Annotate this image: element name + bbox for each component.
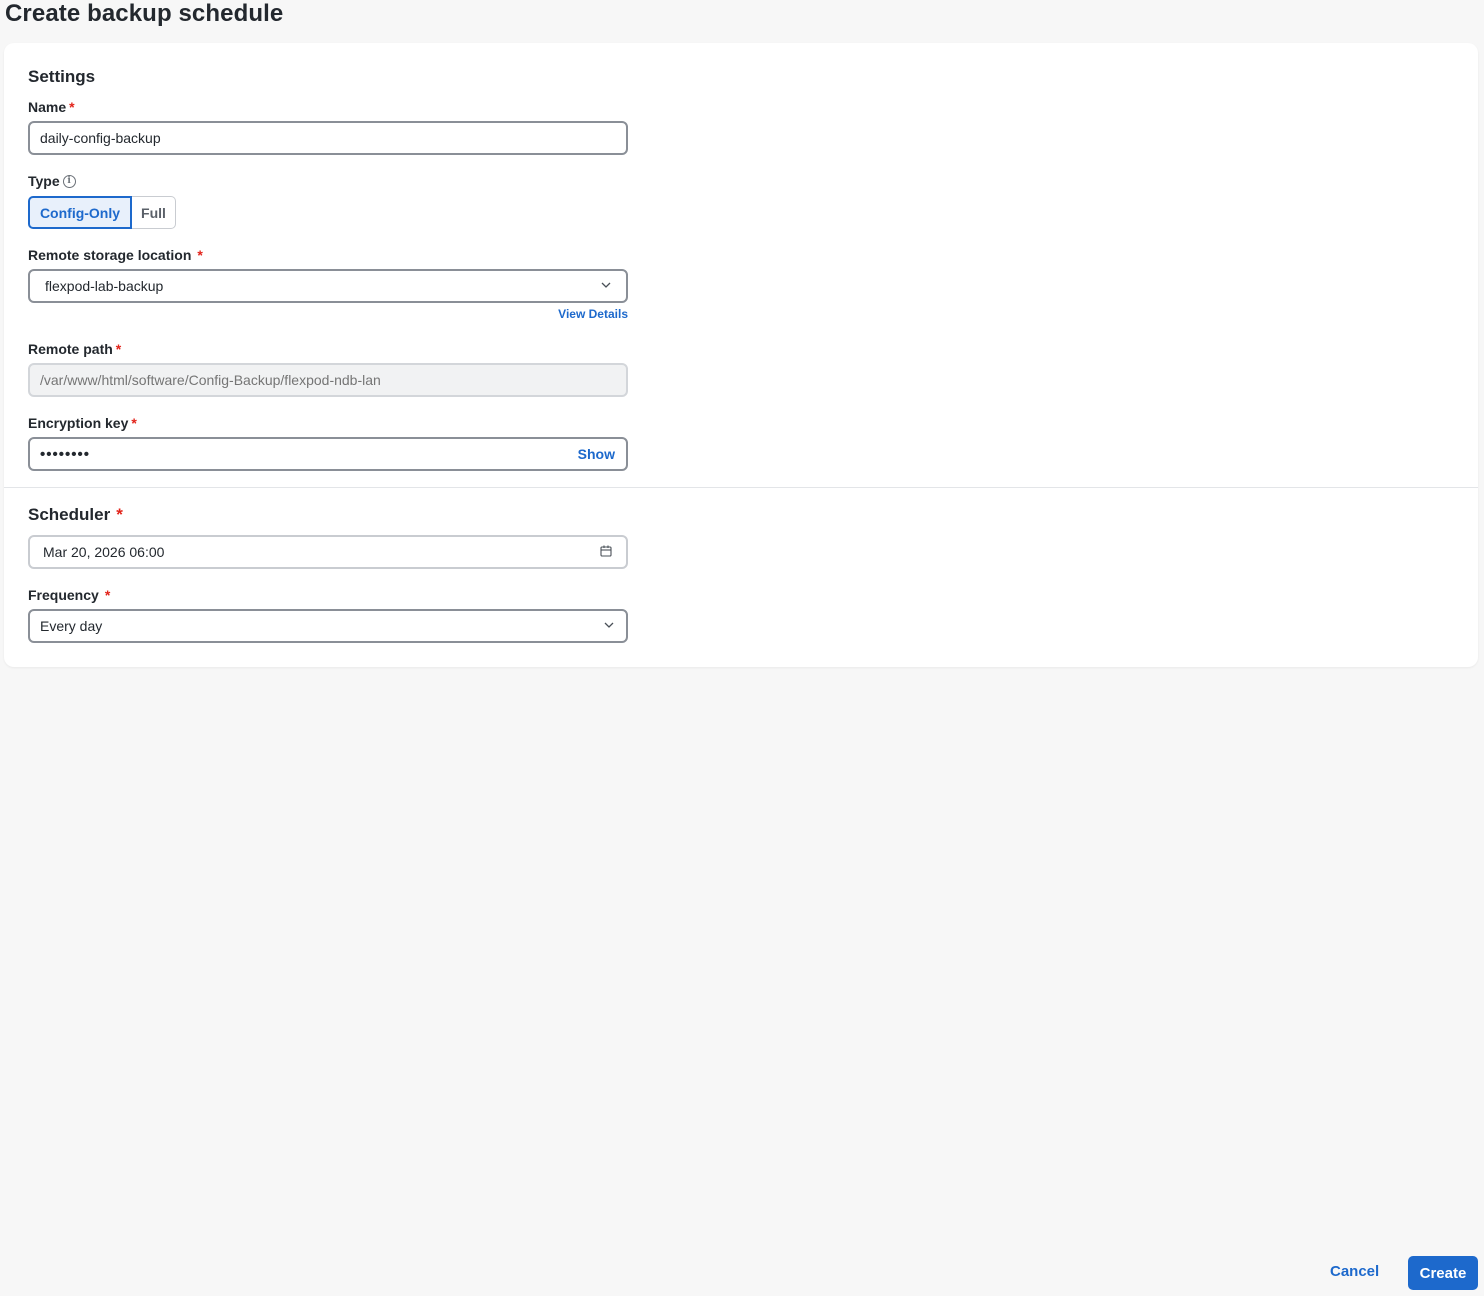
- name-field[interactable]: [28, 121, 628, 155]
- frequency-select[interactable]: Every day: [28, 609, 628, 643]
- section-divider: [4, 487, 1478, 488]
- info-icon[interactable]: i: [62, 174, 76, 188]
- view-details-link[interactable]: View Details: [524, 307, 628, 321]
- remote-path-label: Remote path *: [28, 341, 121, 357]
- remote-storage-label-text: Remote storage location: [28, 247, 192, 263]
- cancel-button[interactable]: Cancel: [1330, 1263, 1379, 1280]
- remote-path-label-text: Remote path: [28, 341, 113, 357]
- encryption-key-label-text: Encryption key: [28, 415, 129, 431]
- frequency-label: Frequency *: [28, 587, 110, 603]
- scheduler-section-title: Scheduler *: [28, 505, 123, 525]
- scheduler-section-title-text: Scheduler: [28, 505, 111, 524]
- remote-storage-select[interactable]: flexpod-lab-backup: [28, 269, 628, 303]
- frequency-value: Every day: [40, 618, 103, 634]
- encryption-key-value[interactable]: ••••••••: [40, 446, 578, 463]
- calendar-icon[interactable]: [600, 544, 612, 560]
- type-label-text: Type: [28, 173, 60, 189]
- required-marker: *: [116, 505, 123, 524]
- remote-path-field: [28, 363, 628, 397]
- type-option-full[interactable]: Full: [132, 196, 176, 229]
- frequency-label-text: Frequency: [28, 587, 99, 603]
- create-button[interactable]: Create: [1408, 1256, 1478, 1290]
- settings-card: Settings Name* Type i Config-Only Full R…: [4, 43, 1478, 667]
- required-marker: *: [104, 587, 111, 603]
- required-marker: *: [197, 247, 203, 263]
- encryption-key-field[interactable]: •••••••• Show: [28, 437, 628, 471]
- show-password-button[interactable]: Show: [578, 446, 615, 462]
- remote-storage-value: flexpod-lab-backup: [45, 278, 164, 294]
- name-input[interactable]: [40, 130, 616, 146]
- type-option-config-only[interactable]: Config-Only: [28, 196, 132, 229]
- settings-section-title: Settings: [28, 67, 96, 86]
- encryption-key-label: Encryption key *: [28, 415, 137, 431]
- name-label-text: Name: [28, 99, 67, 115]
- required-marker: *: [131, 415, 137, 431]
- chevron-down-icon: [600, 278, 612, 294]
- type-segmented-control: Config-Only Full: [28, 196, 176, 229]
- schedule-date-picker[interactable]: Mar 20, 2026 06:00: [28, 535, 628, 569]
- remote-path-input: [40, 372, 616, 388]
- required-marker: *: [115, 341, 122, 357]
- page-title: Create backup schedule: [5, 0, 284, 27]
- remote-storage-label: Remote storage location *: [28, 247, 203, 263]
- type-label: Type i: [28, 173, 76, 189]
- required-marker: *: [69, 99, 75, 115]
- name-label: Name *: [28, 99, 75, 115]
- schedule-date-value: Mar 20, 2026 06:00: [43, 544, 165, 560]
- chevron-down-icon: [603, 618, 615, 634]
